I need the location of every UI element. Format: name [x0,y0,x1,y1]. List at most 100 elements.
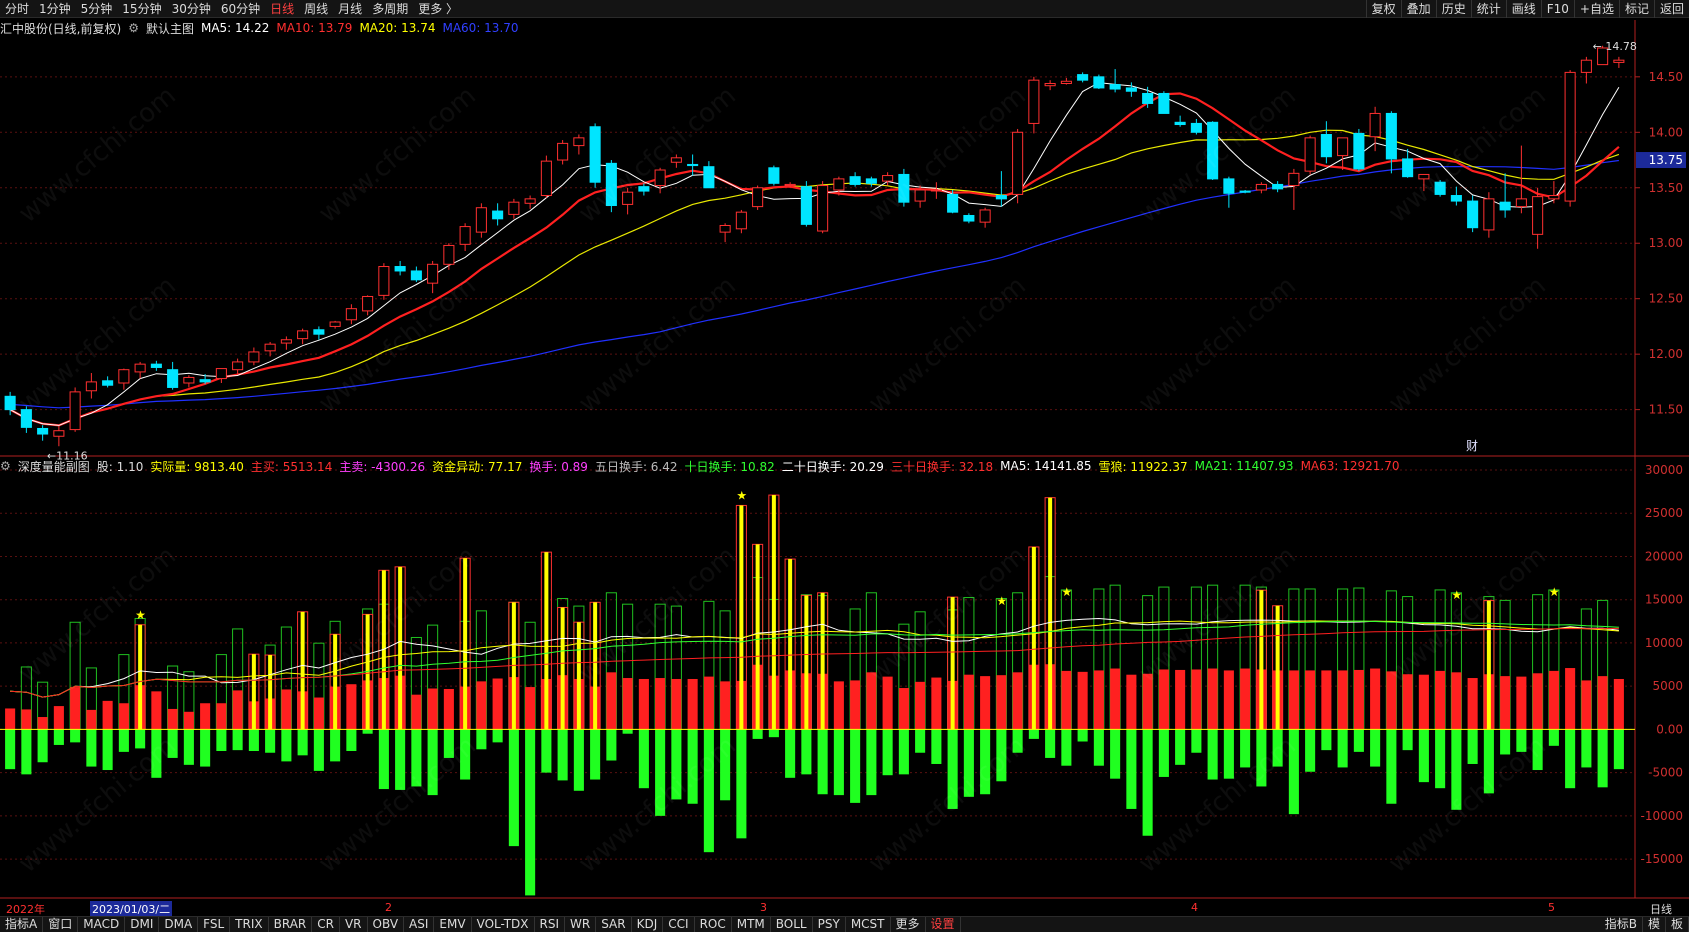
buy-volume-bar [1353,669,1364,730]
buy-volume-bar [1288,670,1299,730]
buy-volume-bar [1061,670,1072,730]
volume-tick-label: -10000 [1640,809,1683,823]
buy-volume-bar [183,711,194,730]
indicator-tab-0[interactable]: 指标A [0,917,44,932]
indicator-tab-6[interactable]: TRIX [230,917,269,932]
buy-volume-bar [898,688,909,730]
buy-volume-bar [1175,669,1186,730]
buy-volume-bar [53,706,64,730]
sell-volume-bar [232,729,243,751]
candle-body [394,266,406,272]
indicator-tab-11[interactable]: ASI [404,917,435,932]
sell-volume-bar [1110,729,1121,779]
indicator-tab-14[interactable]: RSI [535,917,566,932]
buy-volume-bar [346,684,357,730]
buy-volume-bar [1467,678,1478,730]
buy-volume-bar [1418,674,1429,730]
candle-body [833,178,845,191]
buy-volume-bar [476,681,487,730]
sub-indicator-value: 主买: 5513.14 [250,459,333,474]
buy-volume-bar [622,678,633,730]
month-label: 5 [1548,901,1555,914]
indicator-tab-18[interactable]: CCI [663,917,695,932]
indicator-tab-23[interactable]: MCST [846,917,891,932]
sub-title[interactable]: 深度量能副图 [18,458,90,475]
buy-volume-bar [70,687,81,730]
buy-volume-bar [1565,668,1576,730]
price-tick-label: 13.50 [1649,181,1683,195]
buy-volume-bar [313,697,324,730]
capital-anomaly-bar [820,592,825,730]
sell-volume-bar [1581,729,1592,768]
candle-body [1158,92,1170,114]
buy-volume-bar [1077,671,1088,730]
buy-volume-bar [1126,674,1137,730]
buy-volume-bar [1581,680,1592,730]
sell-volume-bar [1597,729,1608,788]
month-label: 2 [385,901,392,914]
buy-volume-bar [996,675,1007,730]
capital-anomaly-bar [788,559,793,730]
indicator-tab-25[interactable]: 设置 [926,917,961,932]
indicator-tab-2[interactable]: MACD [78,917,126,932]
candle-body [1044,82,1056,87]
indicator-tab-5[interactable]: FSL [198,917,231,932]
bottom-right-tab-2[interactable]: 板 [1666,917,1689,932]
sell-volume-bar [833,729,844,796]
buy-volume-bar [720,681,731,730]
sell-volume-bar [5,729,16,770]
capital-anomaly-bar [739,505,744,730]
volume-tick-label: 0.00 [1656,722,1683,736]
candle-body [947,193,959,213]
sub-indicator-value: 十日换手: 10.82 [684,459,775,474]
candle-body [1239,190,1251,193]
buy-volume-bar [1613,678,1624,730]
indicator-tab-10[interactable]: OBV [368,917,405,932]
buy-volume-bar [963,674,974,730]
indicator-tab-9[interactable]: VR [340,917,368,932]
sell-volume-bar [1613,729,1624,770]
indicator-tab-20[interactable]: MTM [732,917,771,932]
sell-volume-bar [265,729,276,753]
candle-body [1483,198,1495,231]
indicator-tab-17[interactable]: KDJ [632,917,664,932]
indicator-tab-7[interactable]: BRAR [269,917,313,932]
indicator-tab-21[interactable]: BOLL [771,917,813,932]
candle-body [69,391,81,431]
indicator-tab-22[interactable]: PSY [813,917,846,932]
volume-tick-label: 20000 [1645,549,1683,563]
buy-volume-bar [1240,668,1251,730]
bottom-right-tab-0[interactable]: 指标B [1600,917,1643,932]
volume-tick-label: -15000 [1640,852,1683,866]
candle-body [53,430,65,437]
bottom-right-tab-1[interactable]: 模 [1643,917,1666,932]
candle-body [687,163,699,167]
candle-body [1077,74,1089,81]
indicator-tab-1[interactable]: 窗口 [43,917,79,932]
volume-tick-label: -5000 [1648,766,1683,780]
indicator-tab-12[interactable]: EMV [434,917,472,932]
indicator-tab-16[interactable]: SAR [596,917,632,932]
indicator-tab-24[interactable]: 更多 [891,917,926,932]
buy-volume-bar [980,676,991,730]
candle-body [752,187,764,208]
buy-volume-bar [281,689,292,730]
indicator-tab-19[interactable]: ROC [695,917,732,932]
bottom-right-tabs: 指标B 模板 [1600,917,1689,932]
sell-volume-bar [1353,729,1364,752]
sub-settings-icon[interactable]: ⚙ [0,459,11,473]
indicator-tab-4[interactable]: DMA [159,917,199,932]
indicator-tab-15[interactable]: WR [565,917,597,932]
sell-volume-bar [1548,729,1559,746]
buy-volume-bar [118,703,129,730]
indicator-tab-3[interactable]: DMI [125,917,160,932]
candle-body [443,244,455,265]
candle-body [1109,84,1121,90]
indicator-tab-13[interactable]: VOL-TDX [472,917,535,932]
candle-body [362,295,374,312]
price-tick-label: 13.00 [1649,236,1683,250]
indicator-tab-8[interactable]: CR [312,917,340,932]
buy-volume-bar [1548,670,1559,730]
candle-body [1337,137,1349,157]
buy-volume-bar [200,703,211,730]
